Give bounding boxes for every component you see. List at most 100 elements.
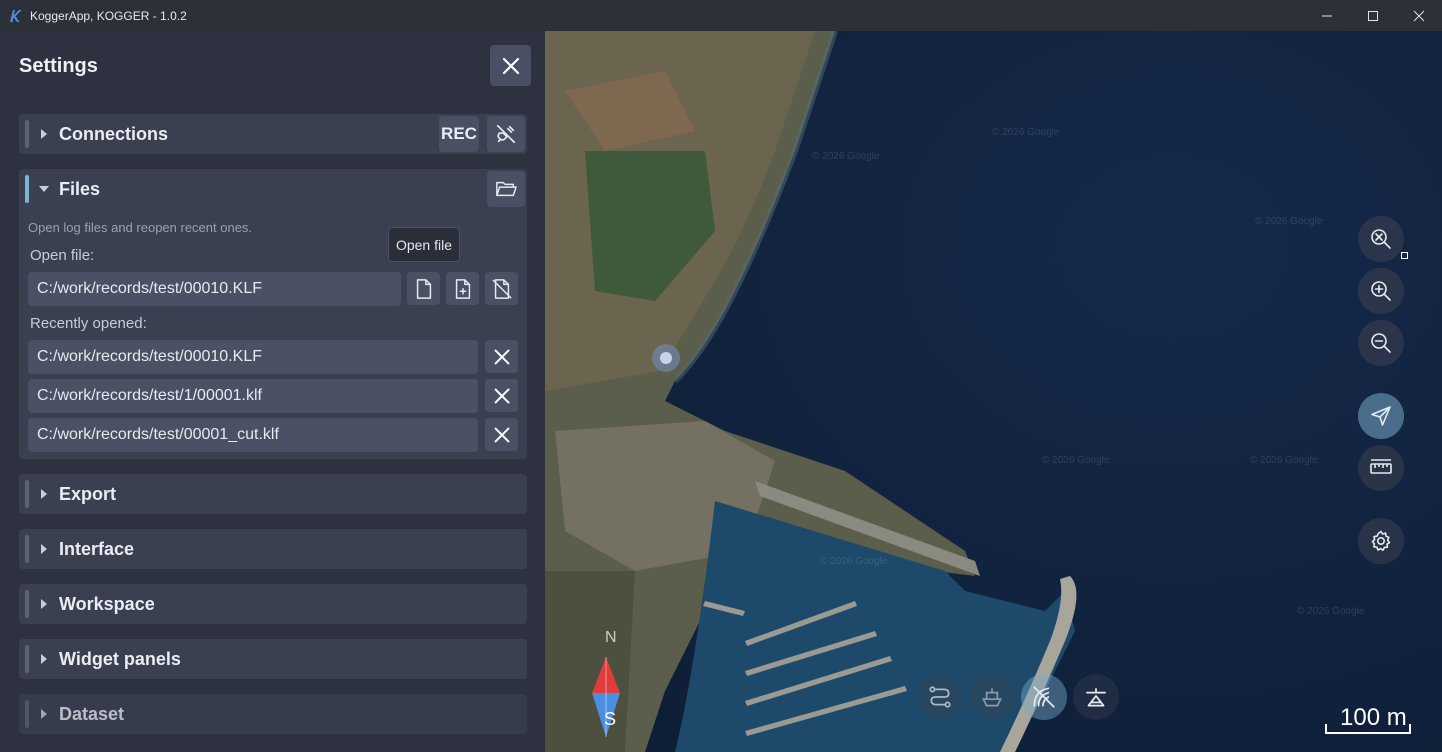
- section-indicator: [25, 480, 29, 508]
- rec-button[interactable]: REC: [439, 116, 479, 152]
- section-export[interactable]: Export: [19, 474, 527, 514]
- section-label-widget-panels: Widget panels: [59, 648, 181, 669]
- compass: [589, 651, 623, 751]
- compass-south-label: S: [604, 709, 617, 729]
- sonar-button[interactable]: [1021, 674, 1067, 720]
- recent-file-item[interactable]: C:/work/records/test/00001_cut.klf: [28, 418, 478, 452]
- settings-close-button[interactable]: [490, 45, 531, 86]
- map-watermark: © 2026 Google: [1255, 216, 1323, 227]
- map-watermark: © 2026 Google: [1042, 455, 1110, 466]
- open-file-button[interactable]: [407, 272, 440, 305]
- plug-off-icon: [496, 124, 516, 144]
- recent-file-item[interactable]: C:/work/records/test/1/00001.klf: [28, 379, 478, 413]
- section-label-connections: Connections: [59, 123, 169, 144]
- satellite-map-image: [545, 31, 1442, 752]
- close-icon: [494, 349, 509, 364]
- section-connections[interactable]: Connections REC: [19, 114, 527, 154]
- ruler-icon: [1370, 459, 1392, 474]
- disconnect-button[interactable]: [487, 116, 525, 152]
- remove-recent-button[interactable]: [485, 418, 518, 451]
- compass-north-label: N: [605, 629, 617, 646]
- chevron-right-icon: [39, 654, 49, 664]
- boat-icon: [981, 688, 1003, 707]
- surface-icon: [1086, 688, 1106, 707]
- zoom-reset-icon: [1371, 229, 1391, 249]
- section-files: Files Open log files and reopen recent o…: [19, 169, 527, 459]
- section-indicator: [25, 700, 29, 728]
- scale-bar: [1325, 724, 1411, 734]
- section-files-header[interactable]: Files: [19, 169, 527, 209]
- recent-file-path: C:/work/records/test/1/00001.klf: [37, 387, 262, 404]
- maximize-button[interactable]: [1350, 0, 1396, 31]
- zoom-in-icon: [1371, 281, 1391, 301]
- kogger-logo-icon: [10, 9, 22, 22]
- map-watermark: © 2026 Google: [1297, 606, 1365, 617]
- section-label-interface: Interface: [59, 538, 135, 559]
- open-file-label: Open file:: [30, 247, 95, 264]
- section-widget-panels[interactable]: Widget panels: [19, 639, 527, 679]
- recently-opened-label: Recently opened:: [30, 315, 147, 332]
- zoom-out-icon: [1371, 333, 1391, 353]
- section-indicator: [25, 590, 29, 618]
- section-interface[interactable]: Interface: [19, 529, 527, 569]
- rec-label: REC: [441, 124, 477, 143]
- open-file-tooltip: Open file: [388, 227, 460, 262]
- surface-button[interactable]: [1073, 674, 1119, 720]
- window-title: KoggerApp, KOGGER - 1.0.2: [30, 8, 187, 23]
- section-indicator: [25, 175, 29, 203]
- window-close-button[interactable]: [1396, 0, 1442, 31]
- section-label-files: Files: [59, 178, 101, 199]
- map-watermark: © 2026 Google: [820, 556, 888, 567]
- recent-file-path: C:/work/records/test/00001_cut.klf: [37, 426, 279, 443]
- open-folder-button[interactable]: [487, 171, 525, 207]
- zoom-in-button[interactable]: [1358, 268, 1404, 314]
- zoom-reset-button[interactable]: [1358, 216, 1404, 262]
- boat-button[interactable]: [969, 674, 1015, 720]
- settings-title: Settings: [19, 54, 98, 77]
- settings-header: Settings: [0, 31, 545, 101]
- section-label-export: Export: [59, 483, 117, 504]
- close-file-button[interactable]: [485, 272, 518, 305]
- minimize-icon: [1322, 15, 1332, 16]
- track-button[interactable]: [917, 674, 963, 720]
- open-file-value: C:/work/records/test/00010.KLF: [37, 280, 262, 297]
- compass-icon: [592, 657, 620, 737]
- close-icon: [494, 427, 509, 442]
- gear-icon: [1371, 530, 1391, 551]
- ruler-button[interactable]: [1358, 445, 1404, 491]
- chevron-right-icon: [39, 544, 49, 554]
- chevron-down-icon: [39, 184, 49, 194]
- map-watermark: © 2026 Google: [992, 127, 1060, 138]
- chevron-right-icon: [39, 129, 49, 139]
- title-bar: KoggerApp, KOGGER - 1.0.2: [0, 0, 1442, 31]
- zoom-out-button[interactable]: [1358, 320, 1404, 366]
- map-watermark: © 2026 Google: [812, 151, 880, 162]
- section-label-workspace: Workspace: [59, 593, 155, 614]
- new-file-button[interactable]: [446, 272, 479, 305]
- recent-file-item[interactable]: C:/work/records/test/00010.KLF: [28, 340, 478, 374]
- files-hint: Open log files and reopen recent ones.: [28, 220, 253, 235]
- minimize-button[interactable]: [1304, 0, 1350, 31]
- section-label-dataset: Dataset: [59, 703, 125, 724]
- chevron-right-icon: [39, 709, 49, 719]
- sonar-icon: [1033, 686, 1055, 708]
- open-file-input[interactable]: C:/work/records/test/00010.KLF: [28, 272, 401, 306]
- section-indicator: [25, 535, 29, 563]
- recent-file-path: C:/work/records/test/00010.KLF: [37, 348, 262, 365]
- map-view[interactable]: © 2026 Google © 2026 Google © 2026 Googl…: [545, 31, 1442, 752]
- map-watermark: © 2026 Google: [1250, 455, 1318, 466]
- file-icon: [416, 278, 431, 299]
- navigate-button[interactable]: [1358, 393, 1404, 439]
- chevron-right-icon: [39, 489, 49, 499]
- section-dataset[interactable]: Dataset: [19, 694, 527, 734]
- settings-panel: Settings Connections REC Files Open log …: [0, 31, 545, 752]
- section-indicator: [25, 120, 29, 148]
- section-workspace[interactable]: Workspace: [19, 584, 527, 624]
- section-indicator: [25, 645, 29, 673]
- remove-recent-button[interactable]: [485, 379, 518, 412]
- file-off-icon: [491, 278, 512, 299]
- remove-recent-button[interactable]: [485, 340, 518, 373]
- map-settings-button[interactable]: [1358, 518, 1404, 564]
- close-icon: [494, 388, 509, 403]
- chevron-right-icon: [39, 599, 49, 609]
